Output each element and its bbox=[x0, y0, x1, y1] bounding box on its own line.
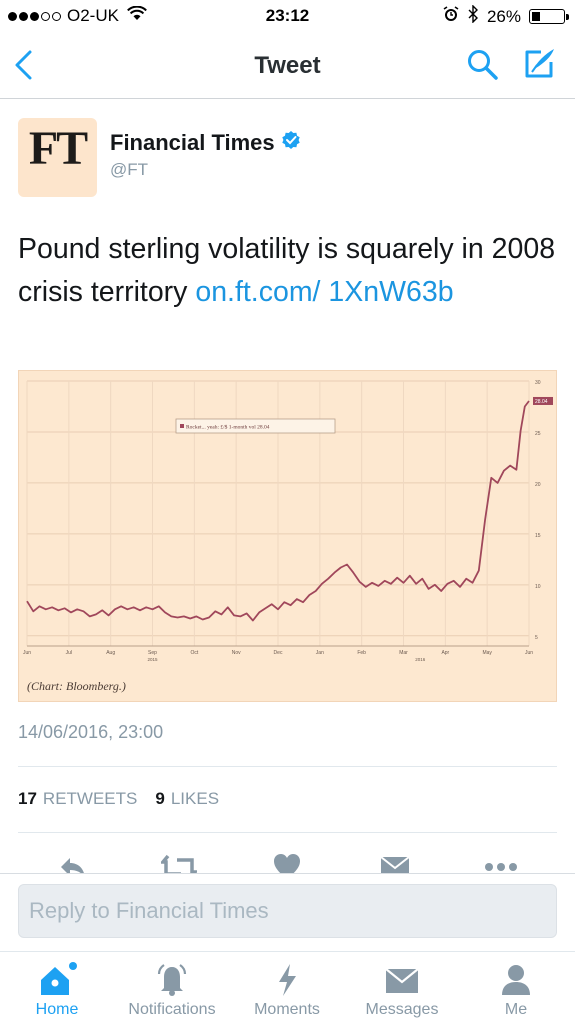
y-tick-label: 5 bbox=[535, 635, 538, 641]
alarm-icon bbox=[443, 6, 459, 27]
tab-notifications[interactable]: Notifications bbox=[113, 952, 231, 1025]
chart-caption: (Chart: Bloomberg.) bbox=[27, 679, 126, 693]
x-tick-label: Jun bbox=[525, 650, 533, 656]
lightning-icon bbox=[274, 962, 300, 1003]
x-tick-label: Sep bbox=[148, 650, 157, 656]
search-button[interactable] bbox=[466, 48, 500, 87]
nav-bar: Tweet bbox=[0, 34, 575, 99]
battery-icon bbox=[529, 9, 569, 24]
tweet-timestamp: 14/06/2016, 23:00 bbox=[18, 722, 164, 742]
x-tick-label: Jun bbox=[23, 650, 31, 656]
tab-label: Notifications bbox=[128, 1001, 216, 1018]
divider bbox=[18, 766, 557, 767]
tab-label: Messages bbox=[365, 1001, 439, 1018]
tweet-author[interactable]: FT Financial Times @FT bbox=[18, 118, 558, 198]
author-handle: @FT bbox=[110, 160, 149, 179]
tab-moments[interactable]: Moments bbox=[243, 952, 331, 1025]
x-tick-label: Nov bbox=[232, 650, 241, 656]
tab-label: Moments bbox=[254, 1001, 320, 1018]
tab-label: Me bbox=[504, 1001, 528, 1018]
author-name[interactable]: Financial Times bbox=[110, 130, 275, 156]
home-icon bbox=[37, 962, 77, 1003]
y-tick-label: 10 bbox=[535, 584, 541, 590]
x-tick-label: Mar bbox=[399, 650, 408, 656]
verified-badge-icon bbox=[281, 130, 301, 156]
x-year-label: 2016 bbox=[415, 657, 426, 662]
envelope-icon bbox=[385, 962, 419, 1003]
x-year-label: 2015 bbox=[147, 657, 158, 662]
tweet-link[interactable]: on.ft.com/ 1XnW63b bbox=[195, 276, 453, 308]
x-tick-label: Jul bbox=[66, 650, 72, 656]
y-tick-label: 15 bbox=[535, 533, 541, 539]
likes-label[interactable]: LIKES bbox=[171, 789, 219, 809]
legend-label: Rocket... yeah: £/$ 1-month vol 28.04 bbox=[186, 424, 270, 431]
x-tick-label: May bbox=[482, 650, 492, 656]
tab-messages[interactable]: Messages bbox=[356, 952, 448, 1025]
reply-bar: Reply to Financial Times bbox=[0, 873, 575, 952]
retweets-count[interactable]: 17 bbox=[18, 789, 37, 809]
x-tick-label: Feb bbox=[357, 650, 366, 656]
tab-home[interactable]: Home bbox=[14, 952, 100, 1025]
tab-label: Home bbox=[35, 1001, 79, 1018]
likes-count[interactable]: 9 bbox=[155, 789, 164, 809]
avatar[interactable]: FT bbox=[18, 118, 97, 197]
last-value-label: 28.04 bbox=[535, 399, 548, 405]
x-tick-label: Aug bbox=[106, 650, 115, 656]
tweet-stats: 17 RETWEETS 9 LIKES bbox=[18, 789, 219, 809]
x-tick-label: Dec bbox=[274, 650, 283, 656]
divider bbox=[18, 832, 557, 833]
y-tick-label: 20 bbox=[535, 482, 541, 488]
retweets-label[interactable]: RETWEETS bbox=[43, 789, 137, 809]
x-tick-label: Apr bbox=[441, 650, 449, 656]
status-right: 26% bbox=[443, 4, 569, 28]
reply-input[interactable]: Reply to Financial Times bbox=[18, 884, 557, 938]
x-tick-label: Jan bbox=[316, 650, 324, 656]
compose-icon bbox=[525, 49, 554, 78]
legend-swatch bbox=[180, 424, 184, 428]
battery-percent: 26% bbox=[486, 6, 521, 26]
y-tick-label: 30 bbox=[535, 380, 541, 386]
tab-me[interactable]: Me bbox=[490, 952, 542, 1025]
tweet-text: Pound sterling volatility is squarely in… bbox=[18, 228, 558, 314]
x-tick-label: Oct bbox=[190, 650, 198, 656]
y-tick-label: 25 bbox=[535, 431, 541, 437]
bell-icon bbox=[156, 962, 188, 1003]
tab-bar: Home Notifications Moments Messages Me bbox=[0, 951, 575, 1025]
person-icon bbox=[500, 962, 532, 1003]
bluetooth-icon bbox=[467, 4, 479, 28]
search-icon bbox=[468, 50, 498, 80]
status-bar: O2-UK 23:12 26% bbox=[0, 0, 575, 34]
tweet-media-chart[interactable]: 5 10 15 20 25 30 Jun Jul Aug Sep Oct Nov Dec Jan Feb Ma… bbox=[18, 370, 557, 702]
author-name-row: Financial Times bbox=[110, 130, 301, 156]
compose-button[interactable] bbox=[521, 46, 557, 87]
chart-svg: 5 10 15 20 25 30 Jun Jul Aug Sep Oct Nov Dec Jan Feb Ma… bbox=[23, 380, 553, 662]
